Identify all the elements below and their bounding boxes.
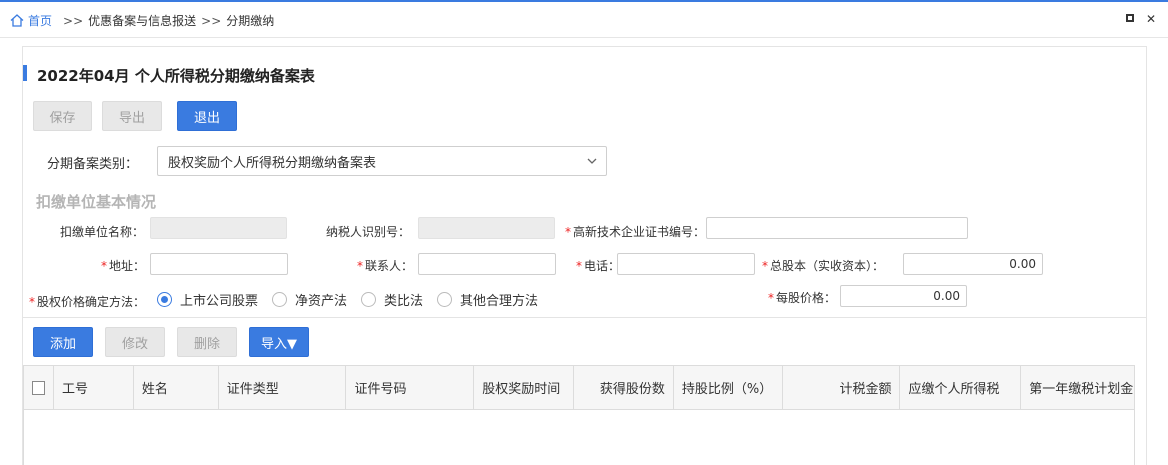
- page-title: 2022年04月 个人所得税分期缴纳备案表: [37, 67, 315, 85]
- radio-button[interactable]: [437, 292, 453, 307]
- price-per-share-label: * 每股价格：: [768, 291, 837, 305]
- radio-listed-stock[interactable]: 上市公司股票: [157, 290, 258, 309]
- add-button[interactable]: 添加: [33, 327, 93, 357]
- column-header[interactable]: 应缴个人所得税: [900, 366, 1022, 409]
- category-value: 股权奖励个人所得税分期缴纳备案表: [168, 155, 377, 171]
- breadcrumb-home-label: 首页: [28, 14, 53, 28]
- select-all-cell: [24, 366, 54, 409]
- total-capital-field[interactable]: 0.00: [903, 253, 1043, 275]
- taxpayer-id-field: [418, 217, 555, 239]
- exit-button[interactable]: 退出: [177, 101, 237, 131]
- total-capital-label: * 总股本（实收资本）：: [762, 259, 885, 273]
- radio-button[interactable]: [361, 292, 377, 307]
- top-bar: 首页 >> 优惠备案与信息报送 >> 分期缴纳 ✕: [0, 0, 1168, 38]
- price-method-label: * 股权价格确定方法：: [29, 295, 146, 309]
- breadcrumb-level3: 分期缴纳: [226, 14, 275, 28]
- radio-button[interactable]: [157, 292, 172, 307]
- column-header[interactable]: 持股比例（%）: [674, 366, 783, 409]
- window-controls: ✕: [1126, 12, 1156, 26]
- hitech-cert-label: * 高新技术企业证书编号：: [565, 225, 706, 239]
- column-header[interactable]: 证件号码: [346, 366, 475, 409]
- edit-button[interactable]: 修改: [105, 327, 165, 357]
- radio-analogy[interactable]: 类比法: [361, 290, 423, 309]
- column-header[interactable]: 计税金额: [783, 366, 901, 409]
- column-header[interactable]: 工号: [54, 366, 134, 409]
- radio-label: 上市公司股票: [180, 294, 259, 309]
- chevron-down-icon: [587, 158, 597, 164]
- save-button[interactable]: 保存: [33, 101, 92, 131]
- breadcrumb: 首页 >> 优惠备案与信息报送 >> 分期缴纳: [10, 12, 274, 29]
- address-label: * 地址：: [101, 259, 146, 273]
- contact-label: * 联系人：: [357, 259, 414, 273]
- title-accent: [23, 65, 27, 81]
- taxpayer-id-label: 纳税人识别号：: [326, 225, 411, 239]
- section-title: 扣缴单位基本情况: [36, 193, 157, 211]
- contact-field[interactable]: [418, 253, 556, 275]
- price-per-share-field[interactable]: 0.00: [840, 285, 967, 307]
- breadcrumb-level2[interactable]: 优惠备案与信息报送: [88, 12, 196, 29]
- staff-table: 工号 姓名 证件类型 证件号码 股权奖励时间 获得股份数 持股比例（%） 计税金…: [23, 365, 1135, 465]
- column-header[interactable]: 股权奖励时间: [474, 366, 575, 409]
- restore-icon[interactable]: [1126, 14, 1134, 22]
- radio-label: 类比法: [384, 294, 424, 309]
- category-label: 分期备案类别：: [47, 157, 139, 172]
- category-select[interactable]: 股权奖励个人所得税分期缴纳备案表: [157, 146, 607, 176]
- withholder-name-field: [150, 217, 287, 239]
- address-field[interactable]: [150, 253, 288, 275]
- breadcrumb-separator: >>: [63, 13, 84, 28]
- price-method-radio-group: 上市公司股票 净资产法 类比法 其他合理方法: [157, 290, 552, 309]
- phone-field[interactable]: [617, 253, 755, 275]
- radio-net-assets[interactable]: 净资产法: [272, 290, 347, 309]
- breadcrumb-separator: >>: [201, 13, 222, 28]
- column-header[interactable]: 获得股份数: [574, 366, 674, 409]
- withholder-name-label: 扣缴单位名称：: [60, 225, 145, 239]
- select-all-checkbox[interactable]: [32, 380, 45, 395]
- radio-label: 净资产法: [295, 294, 348, 309]
- radio-other-method[interactable]: 其他合理方法: [437, 290, 538, 309]
- hitech-cert-field[interactable]: [706, 217, 968, 239]
- form-panel: 2022年04月 个人所得税分期缴纳备案表 保存 导出 退出 分期备案类别： 股…: [22, 46, 1147, 465]
- radio-label: 其他合理方法: [460, 294, 539, 309]
- import-button[interactable]: 导入▼: [249, 327, 309, 357]
- divider: [23, 317, 1147, 318]
- column-header[interactable]: 证件类型: [219, 366, 347, 409]
- radio-button[interactable]: [272, 292, 288, 307]
- home-icon: [10, 14, 24, 27]
- breadcrumb-home[interactable]: 首页: [10, 12, 52, 29]
- phone-label: * 电话：: [576, 259, 621, 273]
- column-header[interactable]: 姓名: [134, 366, 219, 409]
- column-header[interactable]: 第一年缴税计划金: [1021, 366, 1134, 409]
- table-header: 工号 姓名 证件类型 证件号码 股权奖励时间 获得股份数 持股比例（%） 计税金…: [24, 366, 1134, 410]
- export-button[interactable]: 导出: [102, 101, 162, 131]
- close-icon[interactable]: ✕: [1146, 12, 1156, 26]
- delete-button[interactable]: 删除: [177, 327, 237, 357]
